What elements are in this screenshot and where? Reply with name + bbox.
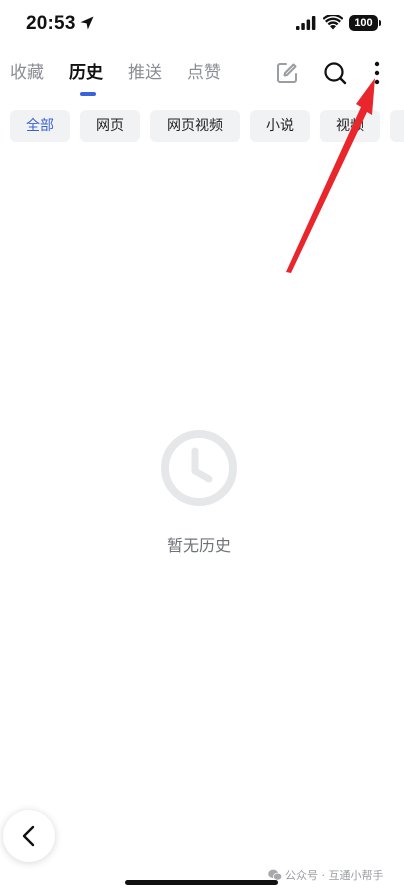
filter-chip-novel[interactable]: 小说: [250, 110, 310, 142]
status-time: 20:53: [26, 13, 76, 34]
filter-chip-video[interactable]: 视频: [320, 110, 380, 142]
wifi-icon: [323, 15, 343, 30]
watermark: 公众号 · 互通小帮手: [268, 867, 384, 883]
tab-bar: 收藏 历史 推送 点赞: [0, 58, 270, 98]
more-vertical-icon[interactable]: [364, 60, 390, 86]
filter-chip-web-video[interactable]: 网页视频: [150, 110, 240, 142]
status-bar: 20:53 100: [0, 0, 404, 44]
search-icon[interactable]: [322, 60, 348, 86]
chevron-left-icon: [22, 825, 35, 847]
tab-favorites[interactable]: 收藏: [10, 58, 44, 88]
filter-chip-row: 全部 网页 网页视频 小说 视频: [0, 110, 404, 142]
filter-chip-all[interactable]: 全部: [10, 110, 70, 142]
battery-indicator: 100: [349, 15, 378, 31]
filter-chip-web[interactable]: 网页: [80, 110, 140, 142]
tab-likes[interactable]: 点赞: [187, 58, 221, 88]
tab-history[interactable]: 历史: [69, 58, 103, 88]
empty-state-text: 暂无历史: [166, 536, 231, 555]
watermark-text: 公众号 · 互通小帮手: [285, 869, 384, 882]
back-button[interactable]: [3, 810, 55, 862]
active-tab-indicator: [80, 92, 96, 96]
home-indicator: [125, 880, 278, 885]
edit-icon[interactable]: [274, 60, 300, 86]
tab-push[interactable]: 推送: [128, 58, 162, 88]
clock-icon: [161, 430, 237, 506]
location-arrow-icon: [80, 16, 94, 30]
filter-chip-more[interactable]: [390, 110, 404, 142]
battery-nub: [379, 20, 381, 26]
cellular-signal-icon: [296, 16, 316, 30]
